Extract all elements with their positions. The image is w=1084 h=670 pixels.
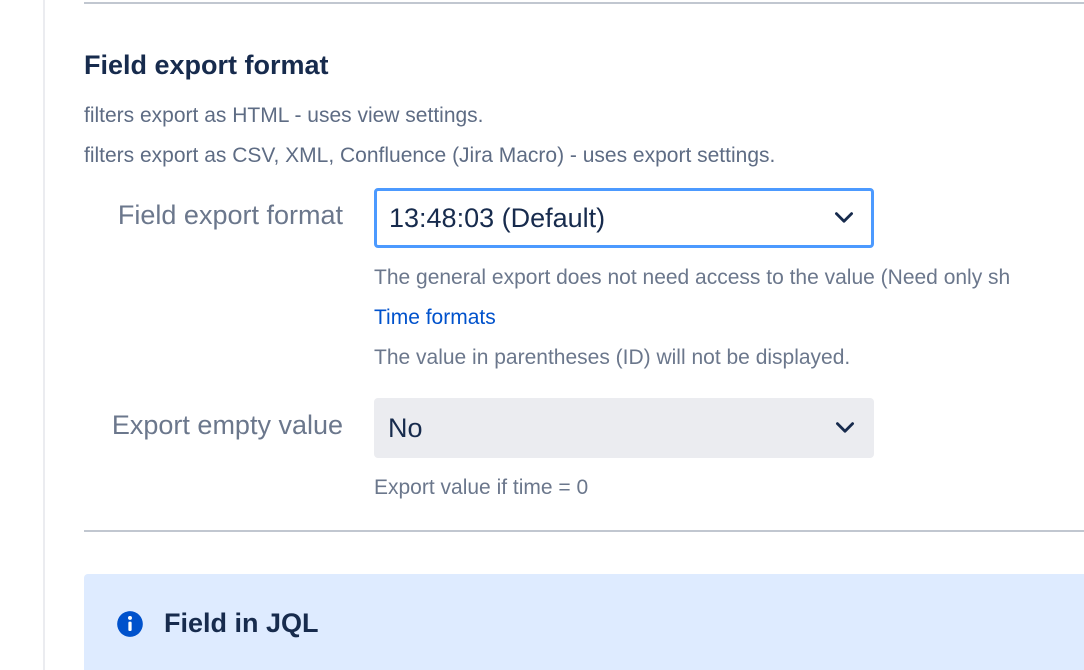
- info-icon: [117, 611, 143, 637]
- info-panel-title: Field in JQL: [164, 608, 319, 638]
- settings-content: Field export format filters export as HT…: [84, 0, 1084, 670]
- export-empty-value-help: Export value if time = 0: [374, 476, 589, 499]
- description-html-export: filters export as HTML - uses view setti…: [84, 104, 484, 127]
- top-divider: [84, 2, 1084, 4]
- chevron-down-icon: [835, 212, 853, 223]
- chevron-down-icon: [836, 422, 854, 433]
- field-export-format-label: Field export format: [117, 200, 343, 230]
- export-empty-value-select[interactable]: No: [374, 398, 874, 458]
- field-export-format-value: 13:48:03 (Default): [389, 202, 606, 233]
- parentheses-help: The value in parentheses (ID) will not b…: [374, 346, 851, 369]
- field-export-format-select[interactable]: 13:48:03 (Default): [374, 188, 874, 248]
- bottom-divider: [84, 530, 1084, 532]
- export-access-help: The general export does not need access …: [374, 266, 1011, 289]
- left-rail: [0, 0, 45, 670]
- export-empty-value-value: No: [388, 412, 423, 443]
- export-empty-value-label: Export empty value: [111, 410, 343, 440]
- section-title: Field export format: [84, 50, 329, 80]
- time-formats-link[interactable]: Time formats: [374, 306, 496, 330]
- description-csv-export: filters export as CSV, XML, Confluence (…: [84, 144, 776, 167]
- info-panel: Field in JQL: [84, 574, 1084, 670]
